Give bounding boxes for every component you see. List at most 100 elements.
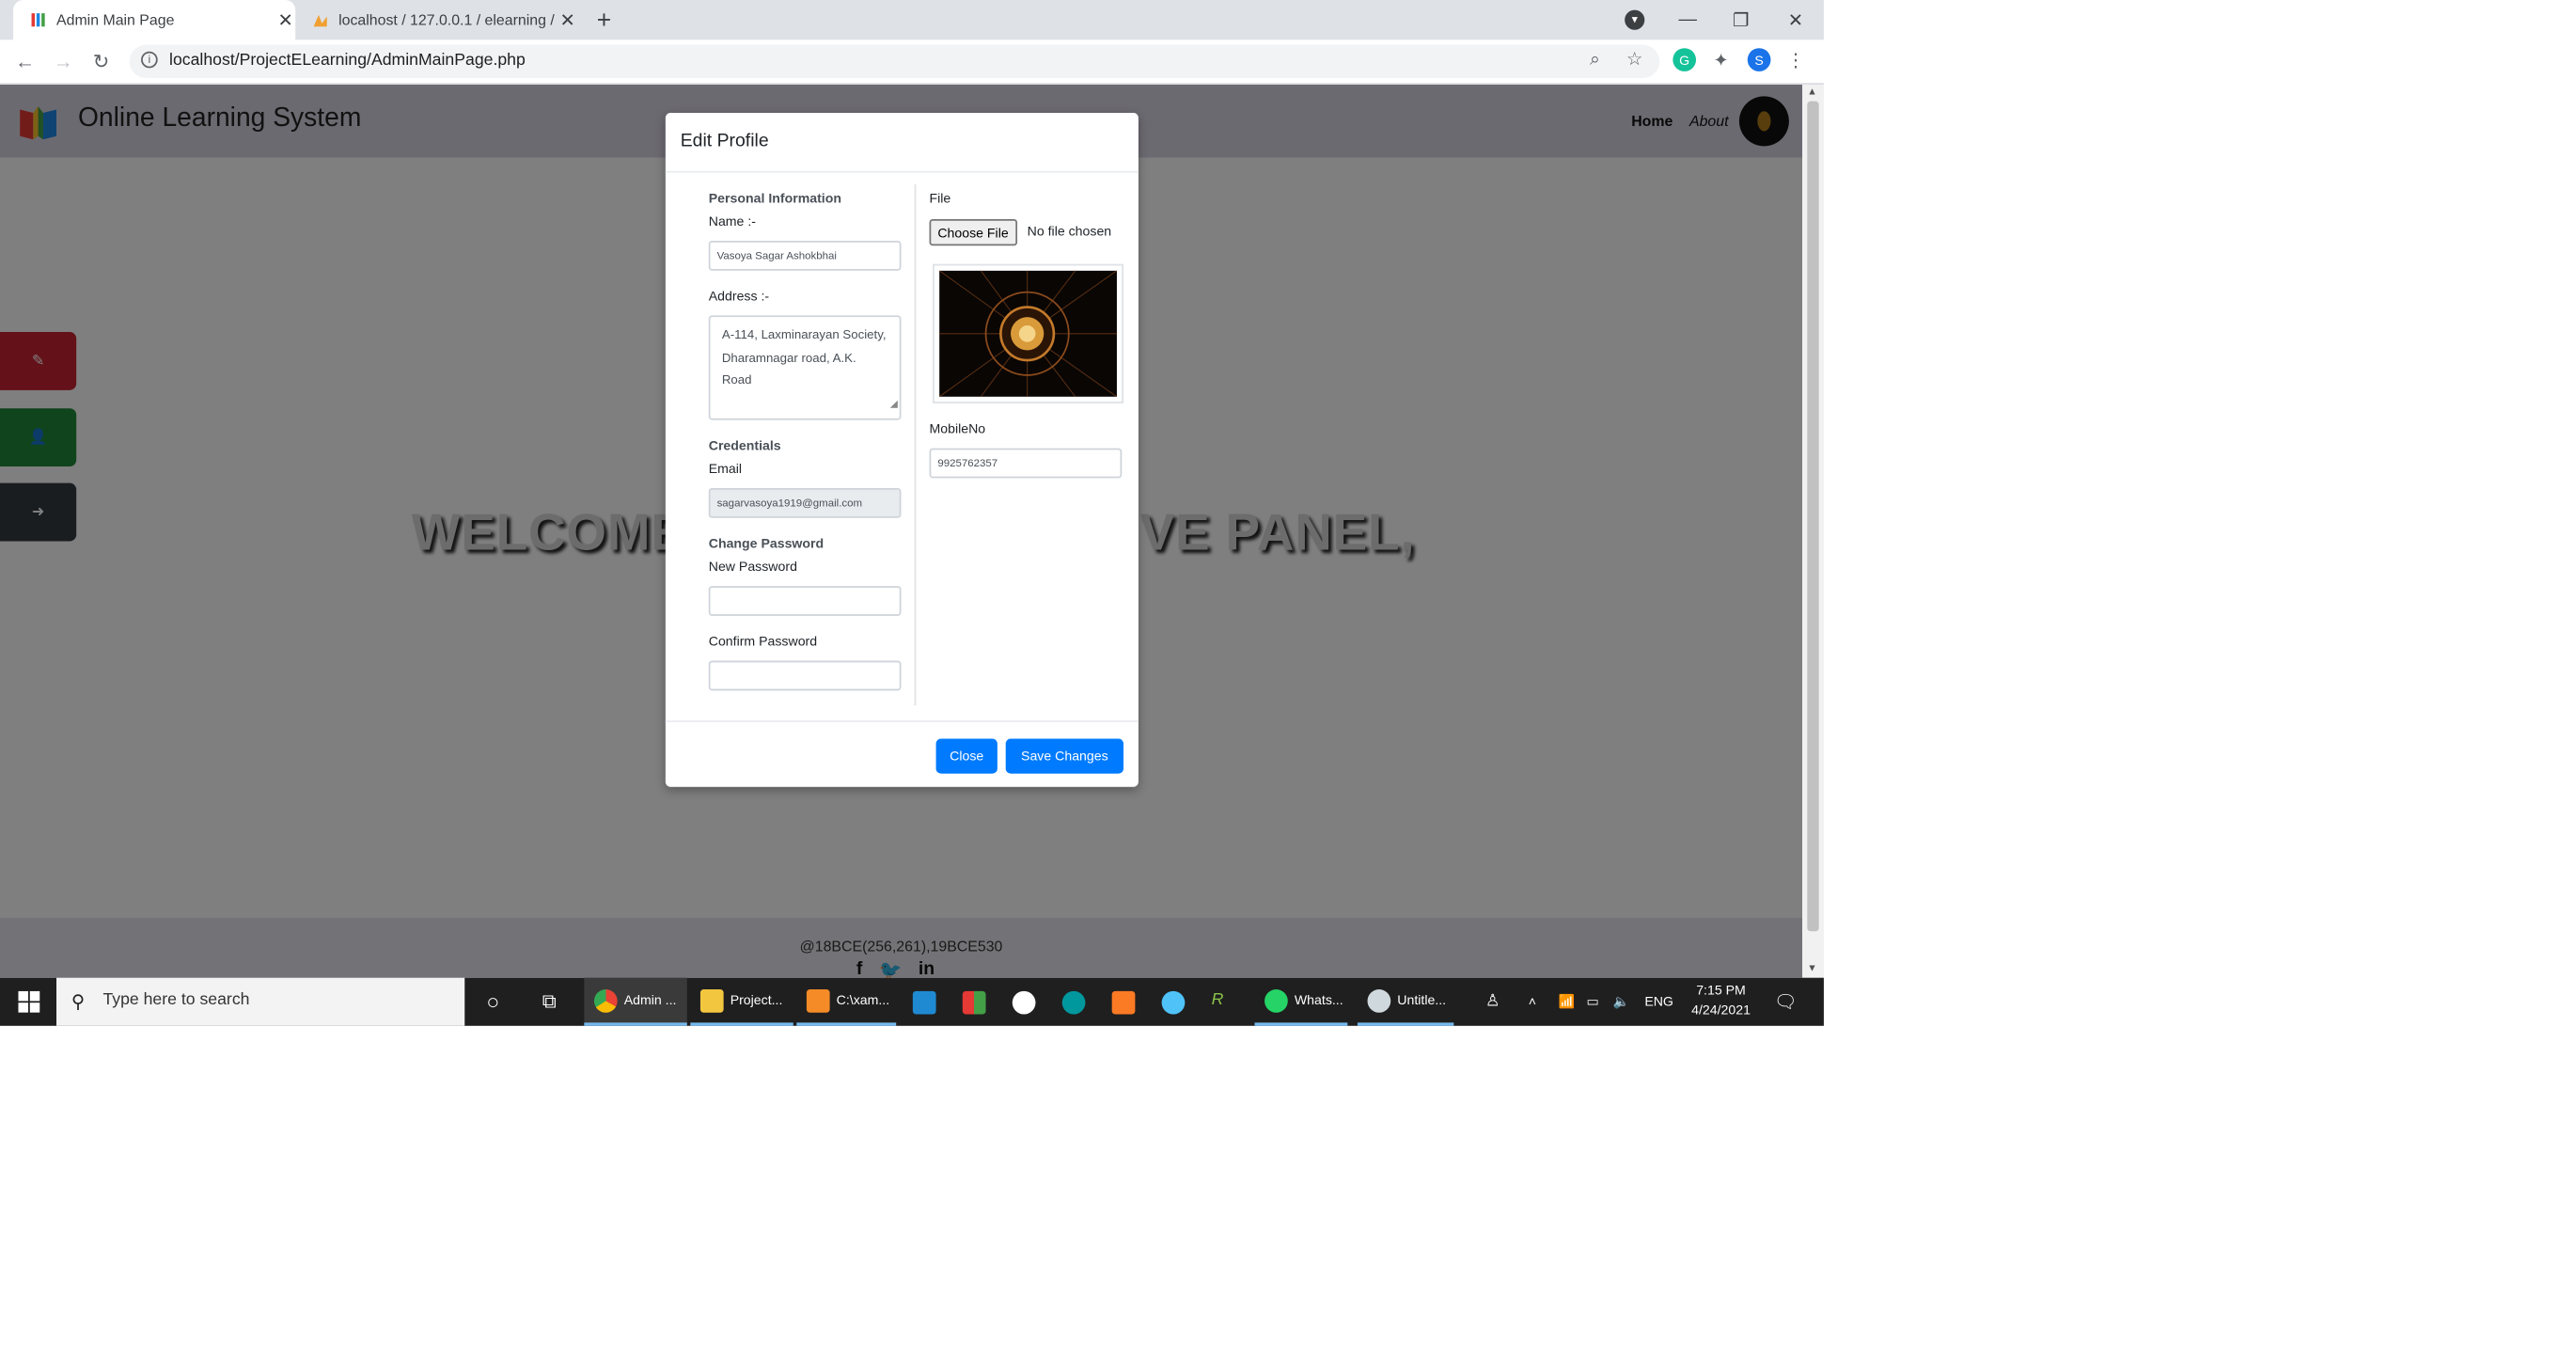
taskbar-app-circle[interactable] bbox=[1152, 978, 1195, 1026]
search-icon: ⚲ bbox=[71, 992, 86, 1013]
name-label: Name :- bbox=[708, 213, 756, 229]
new-password-input[interactable] bbox=[708, 586, 902, 616]
bookmark-star-icon[interactable]: ☆ bbox=[1626, 48, 1642, 70]
restore-icon[interactable]: ❐ bbox=[1714, 0, 1767, 39]
tab-admin-main-page[interactable]: Admin Main Page ✕ bbox=[13, 0, 296, 40]
back-icon[interactable]: ← bbox=[11, 48, 38, 74]
tab-close-icon[interactable]: ✕ bbox=[275, 9, 295, 31]
language-indicator[interactable]: ENG bbox=[1644, 978, 1673, 1026]
taskbar-app-xampp[interactable] bbox=[1102, 978, 1145, 1026]
mobile-label: MobileNo bbox=[929, 421, 986, 437]
clock-date: 4/24/2021 bbox=[1691, 1003, 1751, 1018]
windows-taskbar: ⚲ Type here to search ○ ⧉ Admin ... Proj… bbox=[0, 977, 1824, 1026]
app-w-icon bbox=[1012, 989, 1036, 1014]
zoom-icon[interactable]: ⌕ bbox=[1590, 50, 1600, 71]
email-input[interactable]: sagarvasoya1919@gmail.com bbox=[708, 487, 902, 518]
profile-image-graphic bbox=[939, 270, 1117, 397]
taskbar-app-paint[interactable]: Untitle... bbox=[1357, 978, 1454, 1026]
change-password-heading: Change Password bbox=[708, 536, 825, 552]
tab-title: Admin Main Page bbox=[56, 11, 175, 29]
modal-header: Edit Profile bbox=[665, 113, 1139, 173]
network-icon[interactable]: 📶 bbox=[1559, 978, 1576, 1026]
app-grid-icon bbox=[962, 989, 986, 1014]
minimize-icon[interactable]: — bbox=[1661, 0, 1714, 39]
app-circle-icon bbox=[1161, 989, 1186, 1014]
extensions-puzzle-icon[interactable]: ✦ bbox=[1709, 48, 1733, 71]
window-close-icon[interactable]: ✕ bbox=[1769, 0, 1822, 39]
modal-body: Personal Information Name :- Vasoya Saga… bbox=[666, 173, 1139, 721]
address-label: Address :- bbox=[708, 289, 770, 305]
vscode-icon bbox=[912, 989, 936, 1014]
modal-footer: Close Save Changes bbox=[665, 720, 1139, 788]
browser-menu-icon[interactable]: ⋮ bbox=[1784, 48, 1808, 71]
taskbar-app-w[interactable] bbox=[1002, 978, 1045, 1026]
notifications-icon[interactable]: 🗨 bbox=[1774, 978, 1798, 1026]
taskbar-search-box[interactable]: ⚲ Type here to search bbox=[56, 977, 465, 1026]
battery-icon[interactable]: ▭ bbox=[1587, 978, 1599, 1026]
whatsapp-icon bbox=[1264, 988, 1288, 1012]
grammarly-extension-icon[interactable]: G bbox=[1673, 48, 1697, 71]
reload-icon[interactable]: ↻ bbox=[88, 48, 115, 74]
taskbar-app-label: C:\xam... bbox=[836, 992, 890, 1008]
page-scrollbar[interactable]: ▲ ▼ bbox=[1802, 85, 1824, 978]
taskbar-app-r[interactable]: R bbox=[1202, 978, 1245, 1026]
taskbar-app-label: Admin ... bbox=[623, 992, 677, 1008]
new-tab-icon[interactable]: + bbox=[592, 7, 616, 35]
taskbar-clock[interactable]: 7:15 PM 4/24/2021 bbox=[1681, 981, 1761, 1020]
name-input[interactable]: Vasoya Sagar Ashokbhai bbox=[708, 240, 902, 271]
sublime-icon bbox=[806, 988, 830, 1012]
close-button[interactable]: Close bbox=[935, 738, 997, 774]
address-textarea[interactable]: A-114, Laxminarayan Society, Dharamnagar… bbox=[708, 315, 902, 420]
windows-start-icon[interactable] bbox=[0, 978, 56, 1026]
profile-image bbox=[933, 263, 1124, 403]
site-favicon-icon bbox=[30, 11, 47, 28]
address-bar[interactable]: i localhost/ProjectELearning/AdminMainPa… bbox=[129, 44, 1660, 78]
confirm-password-input[interactable] bbox=[708, 660, 902, 691]
choose-file-button[interactable]: Choose File bbox=[929, 219, 1017, 246]
search-placeholder: Type here to search bbox=[102, 990, 250, 1010]
screen: Admin Main Page ✕ localhost / 127.0.0.1 … bbox=[0, 0, 1824, 1027]
chrome-icon bbox=[593, 988, 618, 1012]
site-info-icon[interactable]: i bbox=[141, 51, 158, 69]
folder-icon bbox=[699, 988, 724, 1012]
taskbar-app-explorer[interactable]: Project... bbox=[690, 978, 793, 1026]
save-changes-button[interactable]: Save Changes bbox=[1005, 738, 1124, 774]
scrollbar-thumb[interactable] bbox=[1807, 101, 1819, 932]
app-r-icon: R bbox=[1211, 989, 1224, 1009]
paint-icon bbox=[1367, 988, 1391, 1012]
mobile-input[interactable]: 9925762357 bbox=[929, 448, 1123, 479]
desktop: Admin Main Page ✕ localhost / 127.0.0.1 … bbox=[0, 0, 1824, 1026]
confirm-password-label: Confirm Password bbox=[708, 634, 818, 650]
taskbar-app-label: Whats... bbox=[1294, 992, 1343, 1008]
resize-grip-icon[interactable]: ◢ bbox=[890, 394, 898, 417]
browser-tab-strip: Admin Main Page ✕ localhost / 127.0.0.1 … bbox=[0, 0, 1824, 40]
taskbar-app-arduino[interactable] bbox=[1052, 978, 1095, 1026]
tab-close-icon[interactable]: ✕ bbox=[558, 9, 577, 31]
clock-time: 7:15 PM bbox=[1696, 982, 1746, 998]
tab-search-icon[interactable]: ▾ bbox=[1625, 9, 1645, 30]
browser-toolbar: ← → ↻ i localhost/ProjectELearning/Admin… bbox=[0, 39, 1824, 86]
taskbar-app-grid[interactable] bbox=[952, 978, 996, 1026]
taskbar-app-sublime[interactable]: C:\xam... bbox=[796, 978, 897, 1026]
taskbar-app-label: Project... bbox=[730, 992, 783, 1008]
tray-expand-icon[interactable]: ˄ bbox=[1529, 978, 1536, 1026]
arduino-icon bbox=[1061, 989, 1086, 1014]
address-text: A-114, Laxminarayan Society, Dharamnagar… bbox=[721, 326, 887, 387]
profile-avatar[interactable]: S bbox=[1747, 48, 1771, 71]
volume-icon[interactable]: 🔈 bbox=[1613, 978, 1630, 1026]
forward-icon[interactable]: → bbox=[50, 48, 76, 74]
scroll-up-icon[interactable]: ▲ bbox=[1807, 88, 1817, 99]
taskbar-app-label: Untitle... bbox=[1397, 992, 1447, 1008]
file-label: File bbox=[929, 190, 951, 206]
taskbar-app-chrome[interactable]: Admin ... bbox=[584, 977, 687, 1026]
scroll-down-icon[interactable]: ▼ bbox=[1807, 965, 1817, 975]
tab-phpmyadmin[interactable]: localhost / 127.0.0.1 / elearning / ✕ bbox=[295, 0, 577, 39]
cortana-icon[interactable]: ○ bbox=[475, 978, 511, 1026]
people-icon[interactable]: ♙ bbox=[1485, 978, 1500, 1026]
taskbar-app-whatsapp[interactable]: Whats... bbox=[1254, 978, 1348, 1026]
modal-title: Edit Profile bbox=[680, 131, 769, 151]
task-view-icon[interactable]: ⧉ bbox=[531, 978, 568, 1026]
taskbar-app-vscode[interactable] bbox=[903, 978, 946, 1026]
new-password-label: New Password bbox=[708, 559, 797, 575]
xampp-icon bbox=[1111, 989, 1136, 1014]
